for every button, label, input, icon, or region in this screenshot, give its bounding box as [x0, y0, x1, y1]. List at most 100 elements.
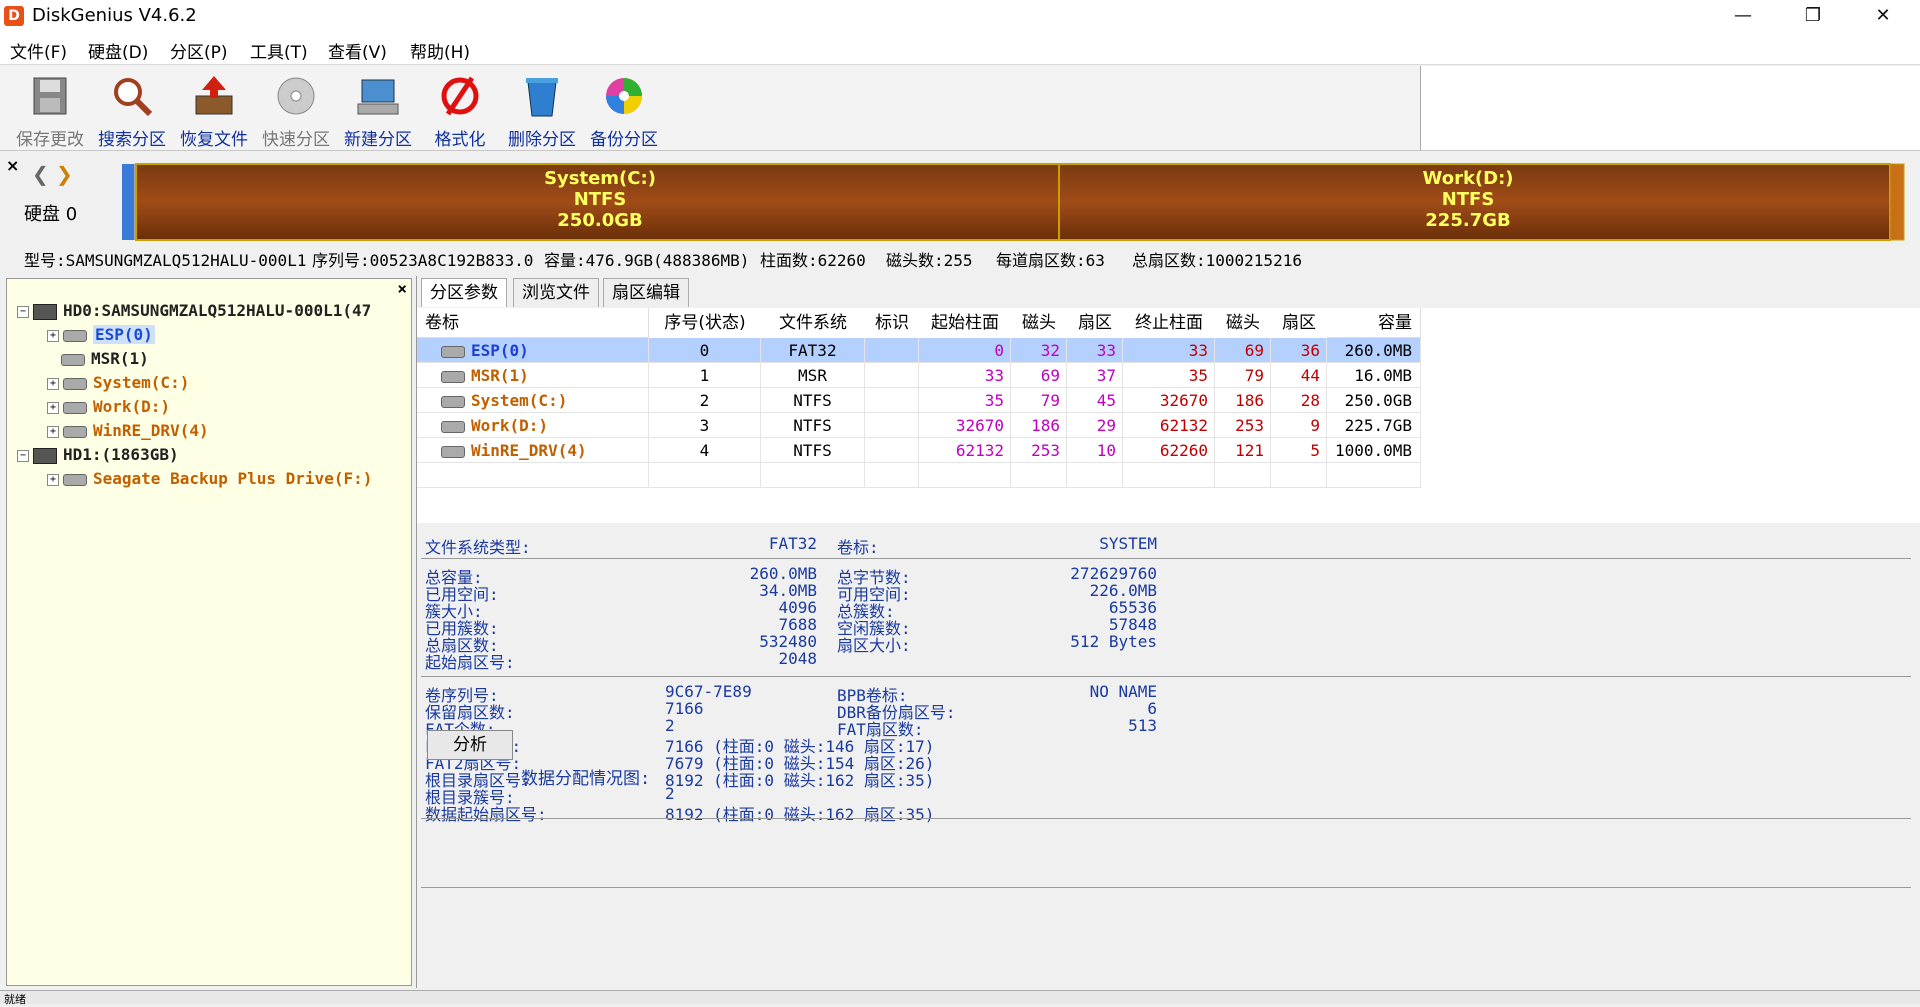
- col-filesystem[interactable]: 文件系统: [761, 308, 866, 339]
- partition-d-name: Work(D:): [1422, 168, 1514, 189]
- status-text: 就绪: [4, 993, 26, 1006]
- tree-disk-hd0[interactable]: − HD0:SAMSUNGMZALQ512HALU-000L1(47: [17, 301, 371, 323]
- tree-partition-msr[interactable]: MSR(1): [61, 349, 149, 371]
- menu-file[interactable]: 文件(F): [10, 38, 67, 63]
- detail-label: 扇区大小:: [837, 636, 911, 655]
- toolbar-blank-area: [1421, 66, 1920, 151]
- close-window-button[interactable]: ✕: [1852, 0, 1914, 32]
- partition-d-label[interactable]: Work(D:) NTFS 225.7GB: [1308, 168, 1628, 231]
- col-id[interactable]: 标识: [865, 308, 920, 339]
- partition-c-label[interactable]: System(C:) NTFS 250.0GB: [440, 168, 760, 231]
- window-title: DiskGenius V4.6.2: [32, 5, 197, 26]
- cell-volume: WinRE_DRV(4): [417, 438, 649, 463]
- cell-volume: Work(D:): [417, 413, 649, 438]
- expand-icon[interactable]: +: [47, 377, 59, 390]
- detail-value: 2048: [778, 649, 817, 668]
- detail-value: 8192 (柱面:0 磁头:162 扇区:35): [665, 805, 935, 824]
- disk-bar-close-button[interactable]: ×: [6, 156, 19, 175]
- cell-filesystem: NTFS: [761, 388, 865, 413]
- partition-c-size: 250.0GB: [557, 210, 643, 231]
- volume-name: System(C:): [471, 391, 568, 410]
- recover-files-button[interactable]: 恢复文件: [174, 74, 254, 150]
- cell-start-head: 69: [1011, 363, 1067, 388]
- cell-start-head: 186: [1011, 413, 1067, 438]
- cell-end-cyl: 33: [1123, 338, 1215, 363]
- delete-partition-button[interactable]: 删除分区: [502, 74, 582, 150]
- tree-partition-system[interactable]: + System(C:): [47, 373, 189, 395]
- col-start-head[interactable]: 磁头: [1011, 308, 1068, 339]
- restore-button[interactable]: ❐: [1782, 0, 1844, 32]
- volume-name: WinRE_DRV(4): [471, 441, 587, 460]
- collapse-icon[interactable]: −: [17, 305, 29, 318]
- title-bar: D DiskGenius V4.6.2 — ❐ ✕: [0, 0, 1920, 32]
- winre-partition-segment[interactable]: [1889, 163, 1905, 241]
- col-end-sector[interactable]: 扇区: [1271, 308, 1328, 339]
- backup-partition-button[interactable]: 备份分区: [584, 74, 664, 150]
- tab-browse-files[interactable]: 浏览文件: [513, 278, 599, 307]
- format-button[interactable]: 格式化: [420, 74, 500, 150]
- format-label: 格式化: [434, 130, 486, 150]
- cell-index: 4: [649, 438, 761, 463]
- tab-sector-edit[interactable]: 扇区编辑: [603, 278, 689, 307]
- cell-id: [865, 388, 919, 413]
- prev-disk-icon[interactable]: ❮: [32, 162, 49, 186]
- empty-cell: [1215, 463, 1271, 488]
- col-start-cyl[interactable]: 起始柱面: [919, 308, 1012, 339]
- tree-close-button[interactable]: ×: [397, 279, 407, 298]
- menu-partition[interactable]: 分区(P): [170, 38, 228, 63]
- col-end-cyl[interactable]: 终止柱面: [1123, 308, 1216, 339]
- partition-icon: [63, 377, 87, 390]
- tree-item-label: ESP(0): [93, 325, 155, 344]
- new-partition-button[interactable]: 新建分区: [338, 74, 418, 150]
- expand-icon[interactable]: +: [47, 425, 59, 438]
- tree-partition-work[interactable]: + Work(D:): [47, 397, 170, 419]
- quick-partition-button[interactable]: 快速分区: [256, 74, 336, 150]
- col-end-head[interactable]: 磁头: [1215, 308, 1272, 339]
- cell-volume: ESP(0): [417, 338, 649, 363]
- empty-cell: [1011, 463, 1067, 488]
- next-disk-icon[interactable]: ❯: [56, 162, 73, 186]
- cell-id: [865, 438, 919, 463]
- volume-label-label: 卷标:: [837, 538, 879, 557]
- esp-partition-segment[interactable]: [122, 164, 134, 240]
- partition-icon: [63, 329, 87, 342]
- cell-end-sector: 5: [1271, 438, 1327, 463]
- cell-end-sector: 36: [1271, 338, 1327, 363]
- expand-icon[interactable]: +: [47, 329, 59, 342]
- volume-name: ESP(0): [471, 341, 529, 360]
- menu-help[interactable]: 帮助(H): [410, 38, 470, 63]
- partition-icon: [63, 473, 87, 486]
- menu-disk[interactable]: 硬盘(D): [88, 38, 148, 63]
- expand-icon[interactable]: +: [47, 473, 59, 486]
- collapse-icon[interactable]: −: [17, 449, 29, 462]
- partition-icon: [441, 370, 465, 383]
- empty-cell: [1123, 463, 1215, 488]
- empty-cell: [865, 463, 919, 488]
- expand-icon[interactable]: +: [47, 401, 59, 414]
- menu-view[interactable]: 查看(V): [328, 38, 387, 63]
- col-index[interactable]: 序号(状态): [649, 308, 762, 339]
- col-start-sector[interactable]: 扇区: [1067, 308, 1124, 339]
- tree-partition-esp[interactable]: + ESP(0): [47, 325, 155, 347]
- analyze-button[interactable]: 分析: [427, 730, 513, 760]
- col-capacity[interactable]: 容量: [1327, 308, 1421, 338]
- cell-end-head: 253: [1215, 413, 1271, 438]
- volume-name: MSR(1): [471, 366, 529, 385]
- cell-start-sector: 33: [1067, 338, 1123, 363]
- col-volume-label[interactable]: 卷标: [417, 308, 649, 338]
- save-changes-button[interactable]: 保存更改: [10, 74, 90, 150]
- partition-icon: [61, 353, 85, 366]
- minimize-button[interactable]: —: [1712, 0, 1774, 32]
- divider: [421, 676, 1911, 677]
- partition-icon: [63, 425, 87, 438]
- search-partition-button[interactable]: 搜索分区: [92, 74, 172, 150]
- tree-disk-hd1[interactable]: − HD1:(1863GB): [17, 445, 179, 467]
- cell-volume: MSR(1): [417, 363, 649, 388]
- tree-partition-winre[interactable]: + WinRE_DRV(4): [47, 421, 209, 443]
- tab-partition-params[interactable]: 分区参数: [421, 278, 507, 307]
- cell-end-head: 121: [1215, 438, 1271, 463]
- empty-cell: [1327, 463, 1421, 488]
- tree-partition-seagate[interactable]: + Seagate Backup Plus Drive(F:): [47, 469, 372, 491]
- format-icon: [441, 76, 479, 116]
- menu-tools[interactable]: 工具(T): [250, 38, 308, 63]
